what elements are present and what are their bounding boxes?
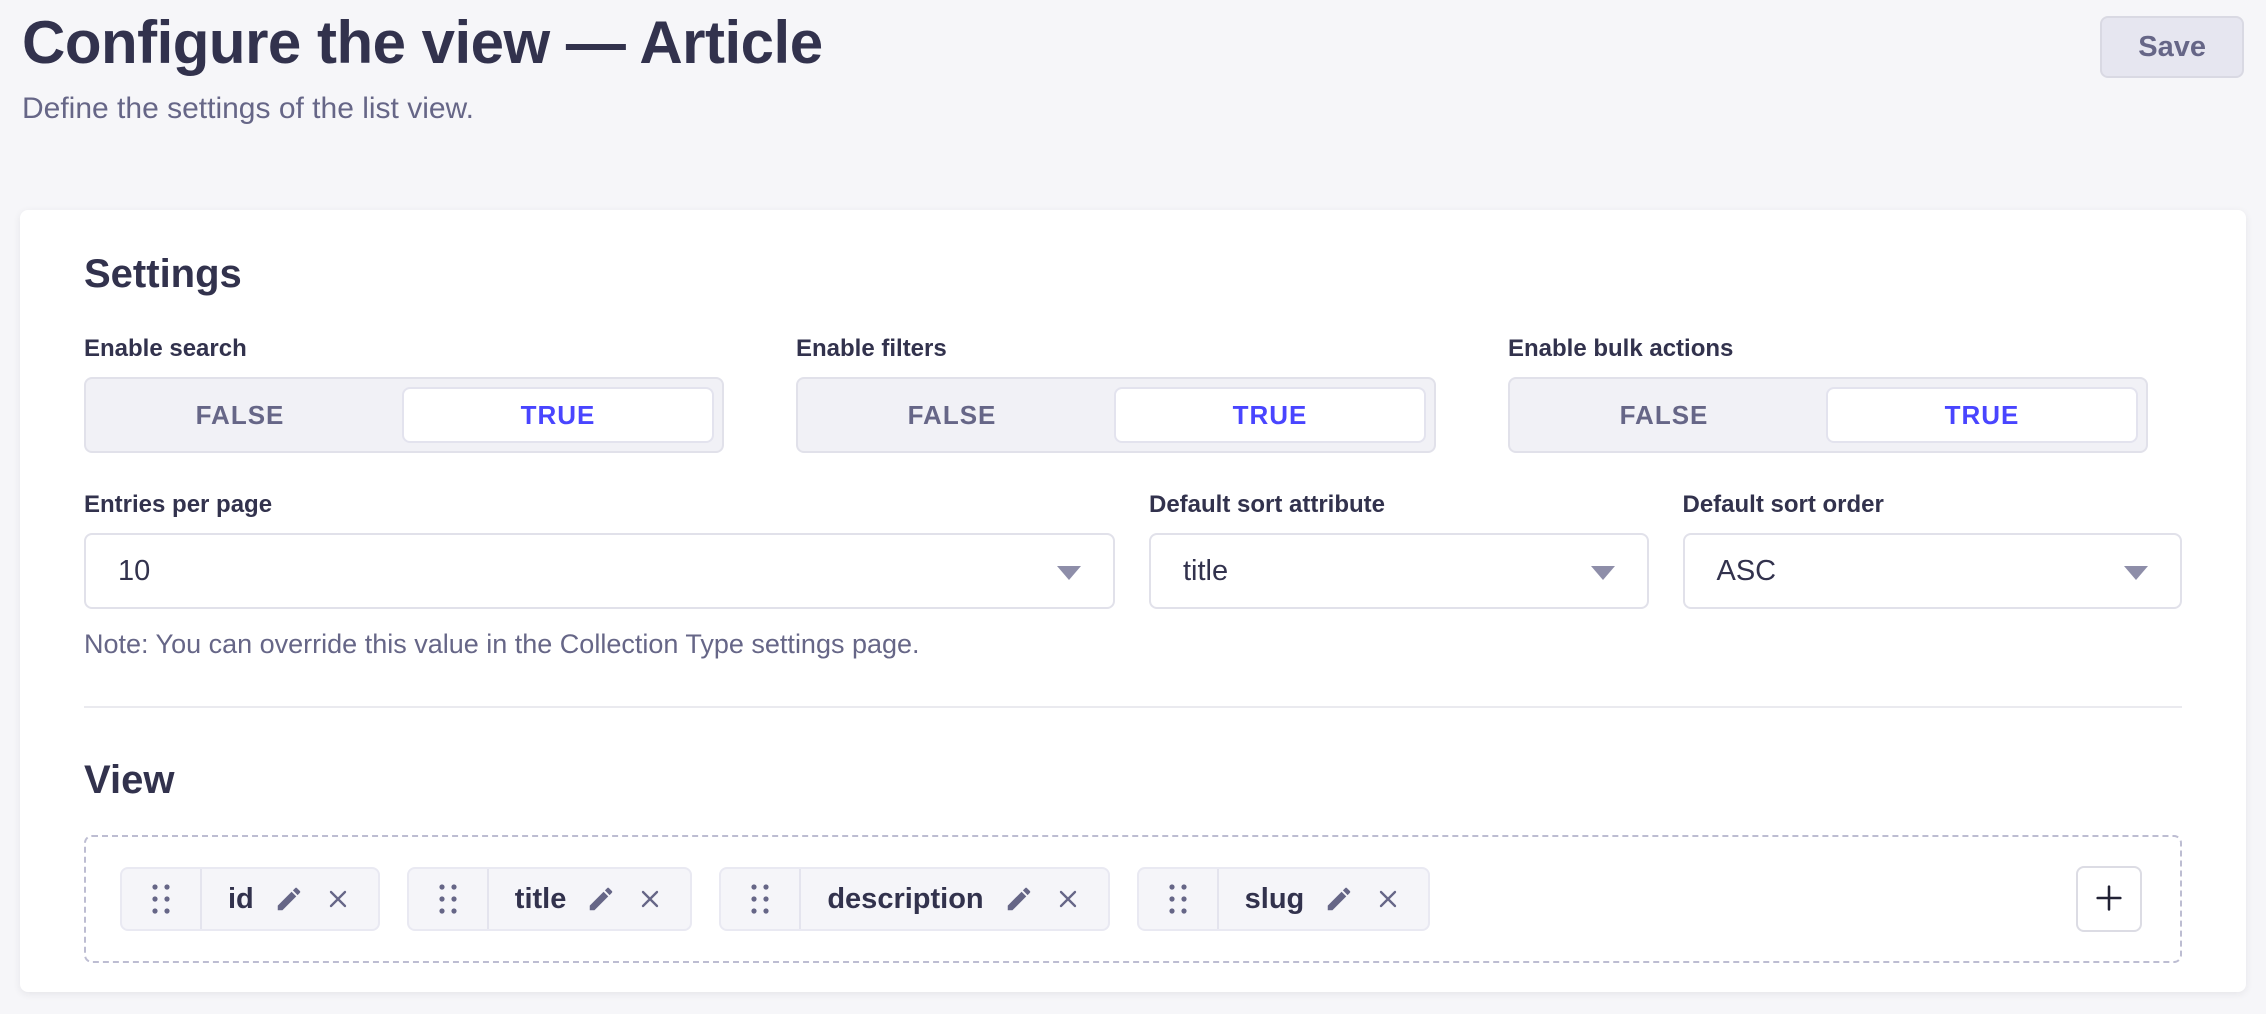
section-divider	[84, 706, 2182, 708]
page-subtitle: Define the settings of the list view.	[22, 92, 474, 126]
drag-handle-icon[interactable]	[721, 869, 801, 929]
default-sort-order-value: ASC	[1717, 555, 1777, 588]
drag-handle-icon[interactable]	[122, 869, 202, 929]
enable-search-label: Enable search	[84, 335, 724, 363]
enable-filters-field: Enable filters FALSE TRUE	[796, 335, 1436, 453]
view-heading: View	[84, 758, 2182, 803]
enable-bulk-actions-false-option[interactable]: FALSE	[1510, 379, 1818, 451]
field-dropzone: id title	[84, 835, 2182, 963]
enable-bulk-actions-label: Enable bulk actions	[1508, 335, 2148, 363]
enable-bulk-actions-field: Enable bulk actions FALSE TRUE	[1508, 335, 2148, 453]
edit-pencil-icon[interactable]	[1324, 884, 1354, 914]
enable-search-toggle[interactable]: FALSE TRUE	[84, 377, 724, 453]
field-chip-id[interactable]: id	[120, 867, 380, 931]
remove-icon[interactable]	[636, 885, 664, 913]
default-sort-attribute-value: title	[1183, 555, 1228, 588]
field-chip-description[interactable]: description	[719, 867, 1109, 931]
enable-bulk-actions-true-option[interactable]: TRUE	[1826, 387, 2138, 443]
edit-pencil-icon[interactable]	[274, 884, 304, 914]
chevron-down-icon	[1591, 566, 1615, 580]
entries-per-page-select[interactable]: 10	[84, 533, 1115, 609]
entries-per-page-value: 10	[118, 555, 150, 588]
default-sort-attribute-label: Default sort attribute	[1149, 491, 1649, 519]
entries-per-page-label: Entries per page	[84, 491, 1115, 519]
enable-search-false-option[interactable]: FALSE	[86, 379, 394, 451]
settings-heading: Settings	[84, 252, 2182, 297]
add-field-button[interactable]	[2076, 866, 2142, 932]
field-chip-label: id	[228, 883, 254, 916]
chevron-down-icon	[1057, 566, 1081, 580]
remove-icon[interactable]	[1374, 885, 1402, 913]
toggles-row: Enable search FALSE TRUE Enable filters …	[84, 335, 2182, 453]
edit-pencil-icon[interactable]	[1004, 884, 1034, 914]
enable-filters-toggle[interactable]: FALSE TRUE	[796, 377, 1436, 453]
enable-filters-label: Enable filters	[796, 335, 1436, 363]
enable-search-field: Enable search FALSE TRUE	[84, 335, 724, 453]
enable-search-true-option[interactable]: TRUE	[402, 387, 714, 443]
drag-handle-icon[interactable]	[1139, 869, 1219, 929]
remove-icon[interactable]	[1054, 885, 1082, 913]
default-sort-order-select[interactable]: ASC	[1683, 533, 2183, 609]
default-sort-order-field: Default sort order ASC	[1683, 491, 2183, 660]
chevron-down-icon	[2124, 566, 2148, 580]
field-chip-slug[interactable]: slug	[1137, 867, 1431, 931]
default-sort-attribute-select[interactable]: title	[1149, 533, 1649, 609]
entries-per-page-field: Entries per page 10 Note: You can overri…	[84, 491, 1115, 660]
page-header: Configure the view — Article Define the …	[0, 0, 2266, 210]
entries-per-page-note: Note: You can override this value in the…	[84, 629, 1115, 660]
enable-bulk-actions-toggle[interactable]: FALSE TRUE	[1508, 377, 2148, 453]
field-chip-label: slug	[1245, 883, 1305, 916]
settings-card: Settings Enable search FALSE TRUE Enable…	[20, 210, 2246, 992]
remove-icon[interactable]	[324, 885, 352, 913]
field-chip-label: title	[515, 883, 567, 916]
enable-filters-false-option[interactable]: FALSE	[798, 379, 1106, 451]
page-title: Configure the view — Article	[22, 8, 823, 77]
field-chip-title[interactable]: title	[407, 867, 693, 931]
default-sort-attribute-field: Default sort attribute title	[1149, 491, 1649, 660]
selects-row: Entries per page 10 Note: You can overri…	[84, 491, 2182, 660]
enable-filters-true-option[interactable]: TRUE	[1114, 387, 1426, 443]
default-sort-order-label: Default sort order	[1683, 491, 2183, 519]
drag-handle-icon[interactable]	[409, 869, 489, 929]
plus-icon	[2092, 881, 2126, 918]
edit-pencil-icon[interactable]	[586, 884, 616, 914]
save-button[interactable]: Save	[2100, 16, 2244, 78]
field-chip-label: description	[827, 883, 983, 916]
